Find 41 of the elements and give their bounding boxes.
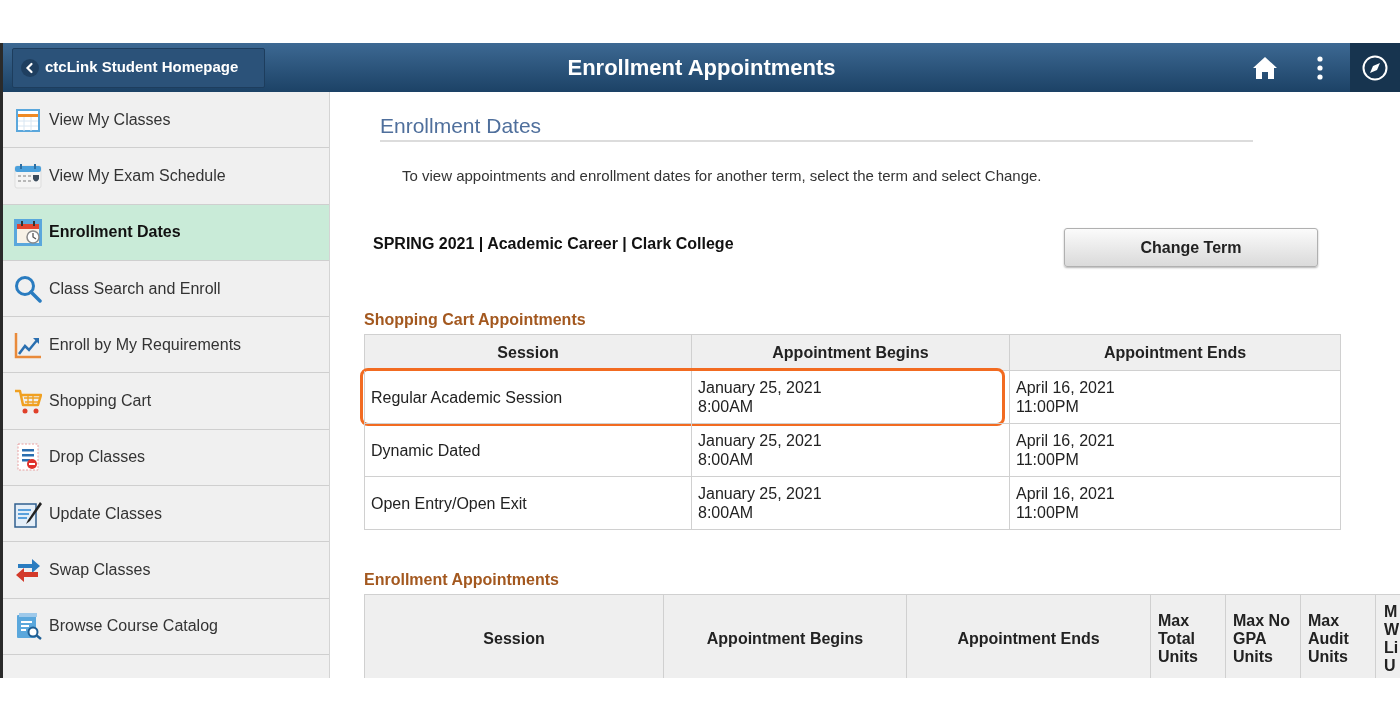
- calendar-clock-icon: [14, 218, 42, 247]
- page-title: Enrollment Appointments: [567, 54, 836, 82]
- column-header: Appointment Ends: [1010, 334, 1341, 371]
- table-cell: Dynamic Dated: [364, 424, 692, 477]
- search-icon: [14, 274, 42, 303]
- column-header: Session: [364, 594, 664, 678]
- column-header: Max No GPA Units: [1225, 594, 1301, 678]
- column-header: Appointment Begins: [692, 334, 1010, 371]
- section-heading: Enrollment Dates: [380, 114, 542, 137]
- column-header: Max Total Units: [1150, 594, 1226, 678]
- table-cell: Open Entry/Open Exit: [364, 477, 692, 530]
- table-title: Shopping Cart Appointments: [364, 311, 586, 328]
- table-cell: April 16, 2021 11:00PM: [1010, 371, 1341, 424]
- line-chart-icon: [14, 330, 42, 359]
- instruction-text: To view appointments and enrollment dates for another term, select the term and select Change.: [402, 167, 1042, 184]
- document-remove-icon: [14, 443, 42, 472]
- column-header: M W Li U: [1375, 594, 1400, 678]
- change-term-button[interactable]: Change Term: [1064, 228, 1318, 267]
- sidebar-item[interactable]: Enrollment Dates: [3, 204, 329, 261]
- table-title: Enrollment Appointments: [364, 571, 559, 588]
- table-cell: January 25, 2021 8:00AM: [692, 371, 1010, 424]
- more-options-icon[interactable]: [1317, 55, 1323, 80]
- shopping-cart-icon: [14, 387, 42, 416]
- table-cell: April 16, 2021 11:00PM: [1010, 477, 1341, 530]
- document-search-icon: [14, 612, 42, 641]
- compass-icon: [1362, 54, 1388, 81]
- home-icon[interactable]: [1252, 55, 1278, 80]
- calendar-icon: [14, 161, 42, 190]
- table-cell: January 25, 2021 8:00AM: [692, 477, 1010, 530]
- table-cell: Regular Academic Session: [364, 371, 692, 424]
- compass-button[interactable]: [1350, 43, 1400, 92]
- swap-arrows-icon: [14, 556, 42, 584]
- table-cell: April 16, 2021 11:00PM: [1010, 424, 1341, 477]
- column-header: Max Audit Units: [1300, 594, 1376, 678]
- table-cell: January 25, 2021 8:00AM: [692, 424, 1010, 477]
- chevron-left-icon: [21, 58, 39, 77]
- term-info: SPRING 2021 | Academic Career | Clark College: [373, 234, 734, 254]
- document-pen-icon: [14, 499, 42, 528]
- column-header: Appointment Begins: [663, 594, 907, 678]
- back-button[interactable]: ctcLink Student Homepage: [12, 47, 265, 88]
- column-header: Appointment Ends: [906, 594, 1151, 678]
